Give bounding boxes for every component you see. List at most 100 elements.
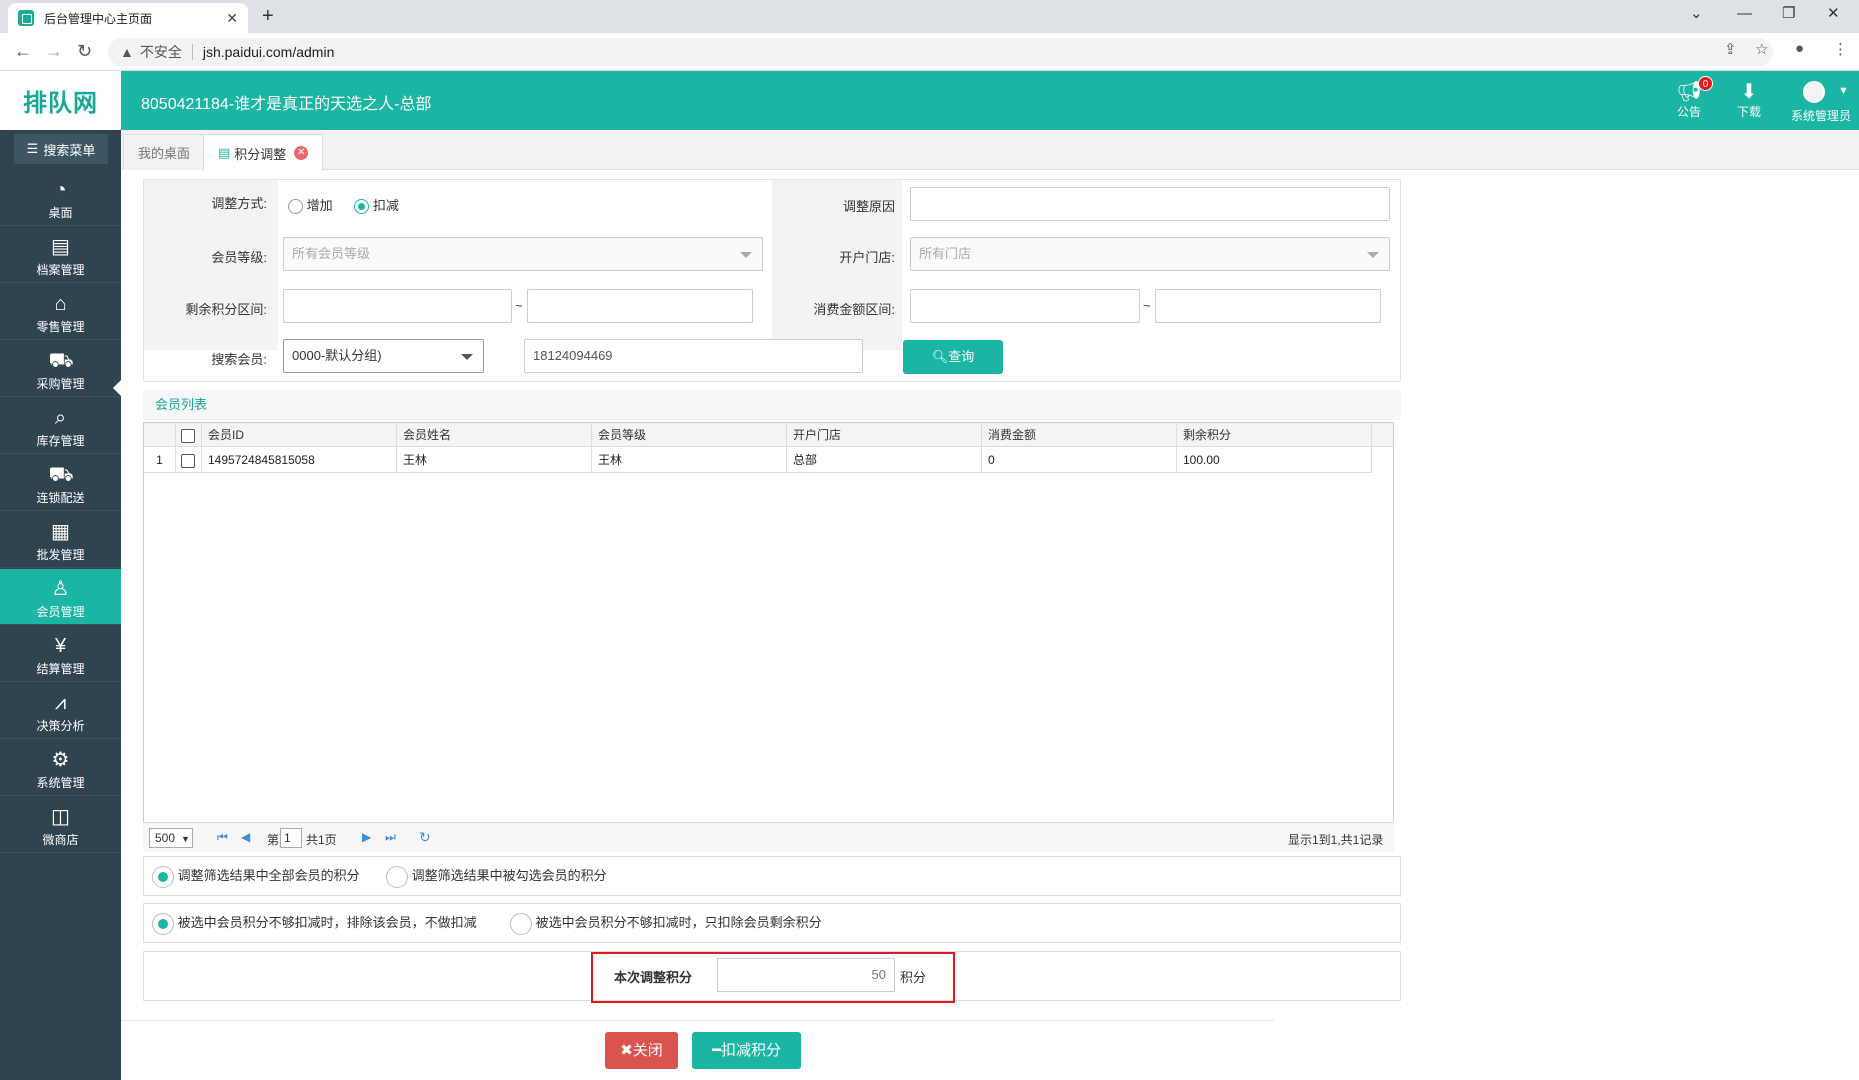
total-pages: 共1页: [306, 833, 337, 847]
select-all-checkbox[interactable]: [181, 428, 195, 443]
deduct-label: 扣减积分: [721, 1042, 782, 1059]
column-header[interactable]: 消费金额: [982, 423, 1177, 447]
adjust-points-input[interactable]: 50: [717, 958, 895, 992]
back-icon[interactable]: ←: [14, 40, 32, 62]
skip-radio[interactable]: [152, 912, 174, 935]
sidebar-item[interactable]: ♙ 会员管理: [0, 569, 121, 625]
adjust-mode-label: 调整方式:: [211, 196, 267, 211]
browser-tab[interactable]: 后台管理中心主页面 ✕: [8, 3, 248, 33]
page-number-input[interactable]: 1: [280, 828, 302, 848]
notice-count-badge: 0: [1698, 76, 1713, 91]
inventory-icon: ⌕: [54, 407, 67, 429]
tab-points-adjust[interactable]: ▤ 积分调整 ✕: [203, 134, 324, 171]
cell-points[interactable]: 100.00: [1177, 447, 1372, 473]
scope-checked-radio[interactable]: [386, 865, 408, 888]
column-header[interactable]: 会员姓名: [397, 423, 592, 447]
column-header[interactable]: 会员ID: [202, 423, 397, 447]
sidebar-item[interactable]: ⌕ 库存管理: [0, 398, 121, 454]
first-page-icon[interactable]: ⏮: [217, 830, 228, 845]
prev-page-icon[interactable]: ◀: [241, 830, 250, 844]
search-menu-button[interactable]: ☰ 搜索菜单: [14, 134, 108, 164]
member-level-select[interactable]: 所有会员等级: [283, 237, 763, 271]
sidebar-item[interactable]: ¥ 结算管理: [0, 626, 121, 682]
cell-member-name[interactable]: 王林: [397, 447, 592, 473]
cell-member-id[interactable]: 1495724845815058: [202, 447, 397, 473]
menu-dots-icon[interactable]: ⋮: [1833, 40, 1848, 58]
restore-icon[interactable]: ❐: [1782, 4, 1795, 24]
skip-option[interactable]: 被选中会员积分不够扣减时，排除该会员，不做扣减: [152, 912, 477, 935]
amount-min-input[interactable]: [910, 289, 1140, 323]
share-icon[interactable]: ⇪: [1724, 40, 1737, 58]
close-icon[interactable]: ✕: [294, 146, 309, 160]
scope-checked-label: 调整筛选结果中被勾选会员的积分: [411, 868, 607, 883]
partial-radio[interactable]: [510, 912, 532, 935]
column-header[interactable]: 剩余积分: [1177, 423, 1372, 447]
logo: 排队网: [0, 71, 121, 130]
points-min-input[interactable]: [283, 289, 512, 323]
tab-search-icon[interactable]: ⌄: [1690, 4, 1703, 24]
page-size-select[interactable]: 500 ▼: [149, 828, 193, 848]
member-search-input[interactable]: 18124094469: [524, 339, 863, 373]
sidebar-item[interactable]: ⩘ 决策分析: [0, 683, 121, 739]
sidebar-item[interactable]: ◔ 桌面: [0, 170, 121, 226]
query-button[interactable]: 🔍︎查询: [903, 340, 1003, 374]
user-dropdown-icon[interactable]: ▼: [1838, 85, 1849, 97]
reason-input[interactable]: [910, 187, 1390, 221]
close-tab-icon[interactable]: ✕: [226, 10, 238, 27]
window-close-icon[interactable]: ✕: [1827, 4, 1840, 24]
omnibox[interactable]: ▲ 不安全 jsh.paidui.com/admin: [108, 38, 1773, 66]
store-select[interactable]: 所有门店: [910, 237, 1390, 271]
column-header[interactable]: 开户门店: [787, 423, 982, 447]
forward-icon[interactable]: →: [45, 40, 63, 62]
sidebar-item[interactable]: ▦ 批发管理: [0, 512, 121, 568]
cell-store[interactable]: 总部: [787, 447, 982, 473]
sidebar-item-label: 采购管理: [36, 377, 85, 391]
url-text[interactable]: jsh.paidui.com/admin: [203, 44, 335, 60]
minimize-icon[interactable]: —: [1737, 4, 1752, 24]
sidebar-item-label: 档案管理: [36, 263, 85, 277]
close-button[interactable]: ✖关闭: [605, 1032, 678, 1069]
pager: 500 ▼ ⏮ ◀ 第 1 共1页 ▶ ⏭ ↻ 显示1到1,共1记录: [143, 822, 1394, 852]
user-menu[interactable]: 系统管理员: [1783, 107, 1859, 124]
doc-icon: ▤: [218, 145, 231, 160]
last-page-icon[interactable]: ⏭: [385, 830, 396, 845]
deduct-points-button[interactable]: ━扣减积分: [692, 1032, 801, 1069]
group-select[interactable]: 0000-默认分组): [283, 339, 484, 373]
new-tab-icon[interactable]: +: [262, 5, 274, 27]
star-icon[interactable]: ☆: [1755, 40, 1768, 58]
radio-deduct-label: 扣减: [372, 198, 399, 213]
header-rownum: [144, 423, 176, 447]
page-prefix: 第: [267, 833, 280, 847]
cell-member-level[interactable]: 王林: [592, 447, 787, 473]
refresh-icon[interactable]: ↻: [419, 829, 431, 846]
next-page-icon[interactable]: ▶: [362, 830, 371, 844]
scope-checked-option[interactable]: 调整筛选结果中被勾选会员的积分: [386, 865, 607, 888]
scope-all-option[interactable]: 调整筛选结果中全部会员的积分: [152, 865, 360, 888]
amount-max-input[interactable]: [1155, 289, 1381, 323]
partial-option[interactable]: 被选中会员积分不够扣减时，只扣除会员剩余积分: [510, 912, 822, 935]
download-button[interactable]: ⬇ 下载: [1719, 81, 1779, 120]
sidebar-item[interactable]: ⛟ 连锁配送: [0, 455, 121, 511]
profile-icon[interactable]: ●: [1795, 40, 1804, 57]
reload-icon[interactable]: ↻: [77, 40, 92, 62]
sidebar-item[interactable]: ⛟ 采购管理: [0, 341, 121, 397]
row-checkbox[interactable]: [181, 453, 195, 468]
header-checkbox-cell: [176, 423, 202, 447]
radio-deduct[interactable]: [354, 199, 370, 215]
cell-amount[interactable]: 0: [982, 447, 1177, 473]
radio-add[interactable]: [288, 199, 303, 215]
column-header[interactable]: 会员等级: [592, 423, 787, 447]
sidebar-item[interactable]: ⚙ 系统管理: [0, 740, 121, 796]
page-tabs: 我的桌面 ▤ 积分调整 ✕: [121, 130, 1859, 171]
sidebar-item[interactable]: ◫ 微商店: [0, 797, 121, 853]
sidebar-item[interactable]: ▤ 档案管理: [0, 227, 121, 283]
avatar[interactable]: [1803, 81, 1825, 103]
search-member-label: 搜索会员:: [211, 352, 267, 367]
scope-all-radio[interactable]: [152, 865, 174, 888]
points-max-input[interactable]: [527, 289, 753, 323]
sidebar-item[interactable]: ⌂ 零售管理: [0, 284, 121, 340]
scope-options: 调整筛选结果中全部会员的积分 调整筛选结果中被勾选会员的积分: [143, 856, 1401, 896]
app-header: 排队网 8050421184-谁才是真正的天选之人-总部 📢︎ 公告 ⬇ 下载 …: [0, 71, 1859, 130]
query-label: 查询: [948, 349, 975, 364]
tab-desktop[interactable]: 我的桌面: [123, 134, 206, 170]
